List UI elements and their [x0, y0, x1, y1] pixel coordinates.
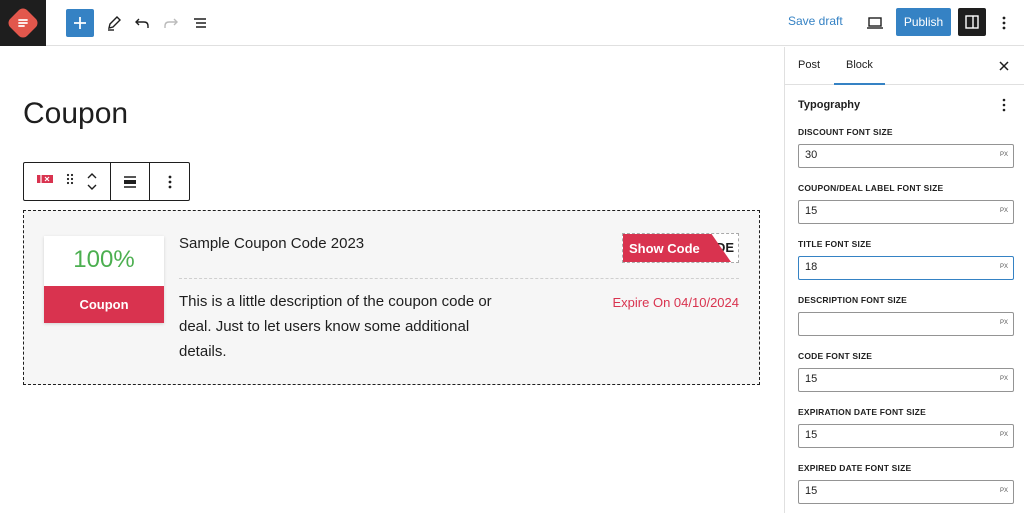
desktop-icon [867, 17, 883, 29]
document-overview-button[interactable] [186, 9, 214, 37]
save-draft-button[interactable]: Save draft [788, 14, 843, 28]
move-buttons [86, 172, 98, 191]
expired-date-font-size-input[interactable]: 15 PX [798, 480, 1014, 504]
pencil-icon [108, 16, 121, 31]
coupon-divider [179, 278, 739, 279]
tools-button[interactable] [100, 9, 128, 37]
more-vertical-icon [168, 175, 172, 188]
field-value: 18 [805, 261, 818, 273]
tab-post[interactable]: Post [798, 59, 820, 71]
discount-font-size-label: DISCOUNT FONT SIZE [798, 127, 893, 137]
description-font-size-label: DESCRIPTION FONT SIZE [798, 295, 908, 305]
settings-sidebar: Post Block Typography DISCOUNT FONT SIZE… [784, 47, 1024, 513]
undo-button[interactable] [128, 9, 156, 37]
page-title[interactable]: Coupon [23, 97, 128, 131]
editor-topbar: Save draft Publish [0, 0, 1024, 46]
discount-label: Coupon [44, 286, 164, 323]
typography-panel-title[interactable]: Typography [798, 99, 860, 111]
unit-label: PX [999, 152, 1008, 158]
coupon-block-icon[interactable] [36, 172, 54, 191]
typography-options-button[interactable] [995, 96, 1013, 114]
editor-canvas: Coupon 100% Coupon Sample Coupon Code 20… [0, 47, 784, 513]
block-switcher-group [24, 163, 111, 200]
code-font-size-input[interactable]: 15 PX [798, 368, 1014, 392]
label-font-size-input[interactable]: 15 PX [798, 200, 1014, 224]
unit-label: PX [999, 488, 1008, 494]
coupon-code-box[interactable]: DE Show Code [622, 233, 739, 263]
coupon-expiry: Expire On 04/10/2024 [612, 295, 739, 310]
unit-label: PX [999, 208, 1008, 214]
align-wide-icon [123, 175, 136, 188]
block-options-button[interactable] [150, 163, 189, 200]
unit-label: PX [999, 376, 1008, 382]
discount-value: 100% [73, 246, 135, 273]
field-value: 15 [805, 205, 818, 217]
title-font-size-label: TITLE FONT SIZE [798, 239, 872, 249]
field-value: 15 [805, 485, 818, 497]
unit-label: PX [999, 320, 1008, 326]
tab-block[interactable]: Block [834, 59, 885, 85]
field-value: 30 [805, 149, 818, 161]
list-view-icon [194, 18, 206, 28]
more-vertical-icon [1002, 98, 1006, 112]
undo-icon [135, 18, 149, 28]
close-icon [999, 61, 1009, 71]
options-button[interactable] [990, 9, 1018, 37]
expired-date-font-size-label: EXPIRED DATE FONT SIZE [798, 463, 912, 473]
coupon-block[interactable]: 100% Coupon Sample Coupon Code 2023 DE S… [23, 210, 760, 385]
preview-button[interactable] [861, 9, 889, 37]
title-font-size-input[interactable]: 18 PX [798, 256, 1014, 280]
discount-font-size-input[interactable]: 30 PX [798, 144, 1014, 168]
chevron-down-icon[interactable] [86, 183, 98, 191]
discount-card: 100% Coupon [44, 236, 164, 323]
logo-icon [6, 6, 40, 40]
coupon-description[interactable]: This is a little description of the coup… [179, 289, 519, 364]
redo-button[interactable] [157, 9, 185, 37]
expiration-date-font-size-input[interactable]: 15 PX [798, 424, 1014, 448]
expiration-date-font-size-label: EXPIRATION DATE FONT SIZE [798, 407, 926, 417]
unit-label: PX [999, 264, 1008, 270]
coupon-title[interactable]: Sample Coupon Code 2023 [179, 235, 364, 252]
chevron-up-icon[interactable] [86, 172, 98, 180]
plus-icon [74, 17, 86, 29]
more-vertical-icon [1002, 16, 1006, 30]
sidebar-icon [965, 15, 979, 29]
redo-icon [164, 18, 178, 28]
settings-toggle-button[interactable] [958, 8, 986, 36]
field-value: 15 [805, 373, 818, 385]
block-toolbar [23, 162, 190, 201]
add-block-button[interactable] [66, 9, 94, 37]
publish-button[interactable]: Publish [896, 8, 951, 36]
sidebar-tabs: Post Block [785, 47, 1024, 85]
show-code-button[interactable]: Show Code [623, 234, 731, 262]
close-sidebar-button[interactable] [995, 57, 1013, 75]
description-font-size-input[interactable]: PX [798, 312, 1014, 336]
field-value: 15 [805, 429, 818, 441]
drag-handle-icon[interactable] [66, 172, 74, 191]
site-logo[interactable] [0, 0, 46, 46]
unit-label: PX [999, 432, 1008, 438]
align-button[interactable] [111, 163, 151, 200]
label-font-size-label: COUPON/DEAL LABEL FONT SIZE [798, 183, 944, 193]
code-font-size-label: CODE FONT SIZE [798, 351, 873, 361]
